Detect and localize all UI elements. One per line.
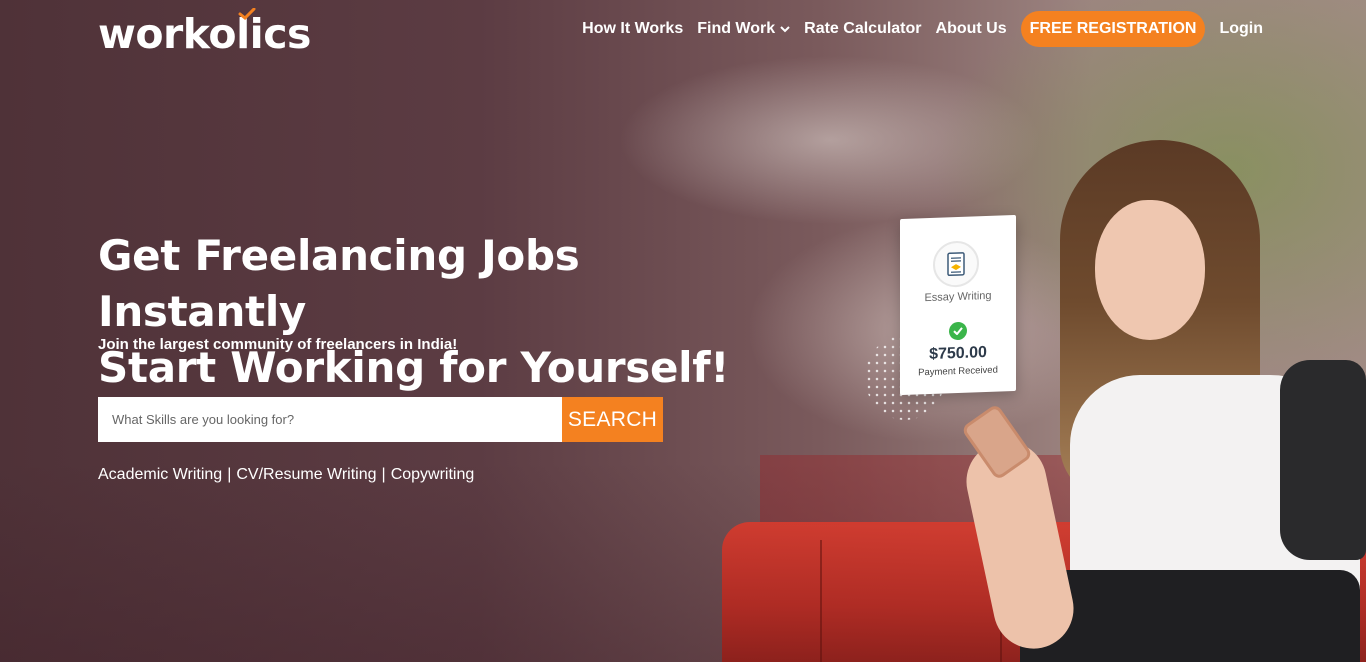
tag-copywriting[interactable]: Copywriting bbox=[391, 466, 475, 484]
chevron-down-icon bbox=[780, 26, 790, 33]
nav-label: Find Work bbox=[697, 20, 776, 37]
payment-status: Payment Received bbox=[918, 364, 998, 379]
nav-rate-calculator[interactable]: Rate Calculator bbox=[804, 20, 921, 38]
logo-check-icon bbox=[238, 8, 256, 20]
skill-search-input[interactable] bbox=[98, 397, 562, 442]
nav-how-it-works[interactable]: How It Works bbox=[582, 20, 683, 38]
nav-label: Rate Calculator bbox=[804, 20, 922, 37]
bench-seam bbox=[820, 540, 822, 662]
hero-headline: Get Freelancing Jobs Instantly Start Wor… bbox=[98, 228, 798, 396]
search-button[interactable]: SEARCH bbox=[562, 397, 663, 442]
document-icon bbox=[933, 240, 979, 288]
nav-label: How It Works bbox=[582, 20, 684, 37]
nav-label: About Us bbox=[935, 20, 1007, 37]
person-arm bbox=[959, 433, 1081, 657]
payment-card: Essay Writing $750.00 Payment Received bbox=[900, 214, 1016, 396]
headline-line-1: Get Freelancing Jobs Instantly bbox=[98, 231, 580, 336]
tag-cv-resume-writing[interactable]: CV/Resume Writing bbox=[236, 466, 376, 484]
hero-person-image bbox=[959, 140, 1366, 662]
payment-amount: $750.00 bbox=[929, 343, 987, 364]
hero-subline: Join the largest community of freelancer… bbox=[98, 336, 458, 353]
tag-separator: | bbox=[227, 466, 232, 483]
skill-search: SEARCH bbox=[98, 397, 663, 442]
person-face bbox=[1095, 200, 1205, 340]
tag-separator: | bbox=[381, 466, 386, 483]
logo[interactable]: workolics bbox=[98, 12, 311, 56]
nav-about-us[interactable]: About Us bbox=[936, 20, 1007, 38]
payment-category: Essay Writing bbox=[924, 289, 992, 305]
check-icon bbox=[949, 321, 967, 341]
main-nav: How It Works Find Work Rate Calculator A… bbox=[568, 11, 1263, 47]
popular-skill-tags: Academic Writing | CV/Resume Writing | C… bbox=[98, 466, 474, 484]
tag-academic-writing[interactable]: Academic Writing bbox=[98, 466, 222, 484]
site-header: workolics How It Works Find Work Rate Ca… bbox=[0, 0, 1366, 62]
login-link[interactable]: Login bbox=[1219, 20, 1263, 38]
free-registration-button[interactable]: FREE REGISTRATION bbox=[1020, 11, 1206, 47]
nav-find-work[interactable]: Find Work bbox=[697, 20, 790, 38]
person-sleeve bbox=[1280, 360, 1366, 560]
